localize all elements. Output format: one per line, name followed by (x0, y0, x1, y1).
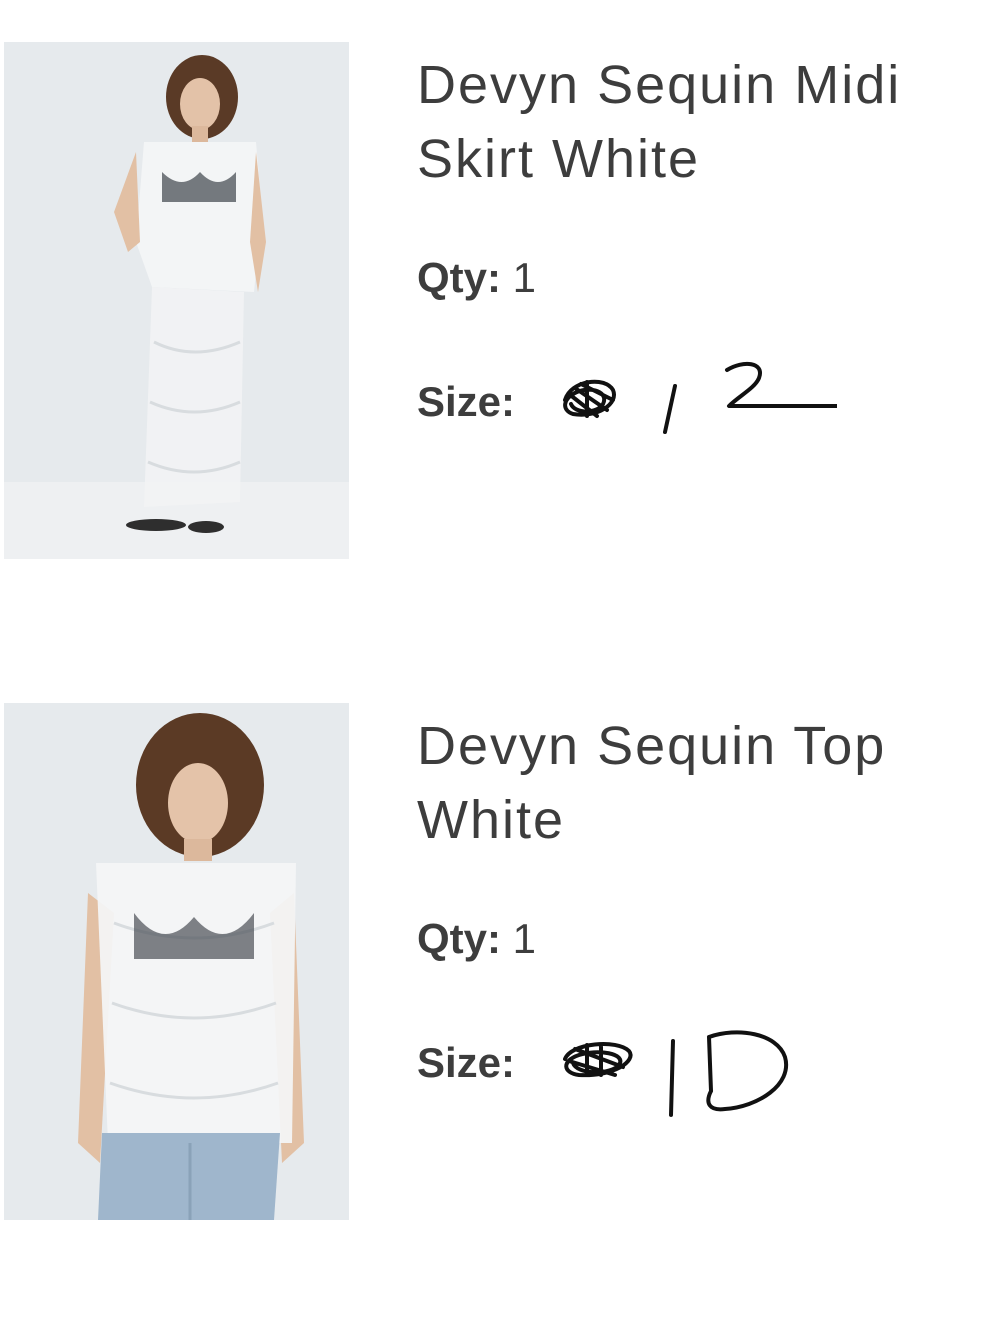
size-label: Size: (417, 1039, 516, 1086)
size-line: Size: (417, 361, 837, 434)
cart-item: Devyn Sequin Top White Qty: 1 Size: (0, 703, 1000, 1223)
product-name[interactable]: Devyn Sequin Midi Skirt White (417, 48, 997, 196)
qty-value: 1 (512, 254, 537, 301)
size-line: Size: (417, 1030, 789, 1117)
item-details: Devyn Sequin Midi Skirt White Qty: 1 Siz… (417, 48, 997, 434)
qty-label: Qty: (417, 254, 501, 301)
scribble-out-mark-icon (563, 379, 616, 418)
qty-label: Qty: (417, 915, 501, 962)
product-photo-skirt-icon (4, 42, 349, 559)
quantity-line: Qty: 1 (417, 254, 536, 302)
handwritten-size-12-icon (663, 361, 837, 434)
item-details: Devyn Sequin Top White Qty: 1 Size: (417, 709, 997, 1117)
product-image[interactable] (4, 42, 349, 559)
product-photo-top-icon (4, 703, 349, 1220)
scribble-out-mark-icon (563, 1042, 633, 1078)
quantity-line: Qty: 1 (417, 915, 536, 963)
product-image[interactable] (4, 703, 349, 1220)
qty-value: 1 (512, 915, 537, 962)
size-label: Size: (417, 378, 516, 425)
cart-item: Devyn Sequin Midi Skirt White Qty: 1 Siz… (0, 42, 1000, 562)
product-name[interactable]: Devyn Sequin Top White (417, 709, 997, 857)
handwritten-size-10-icon (669, 1030, 789, 1117)
